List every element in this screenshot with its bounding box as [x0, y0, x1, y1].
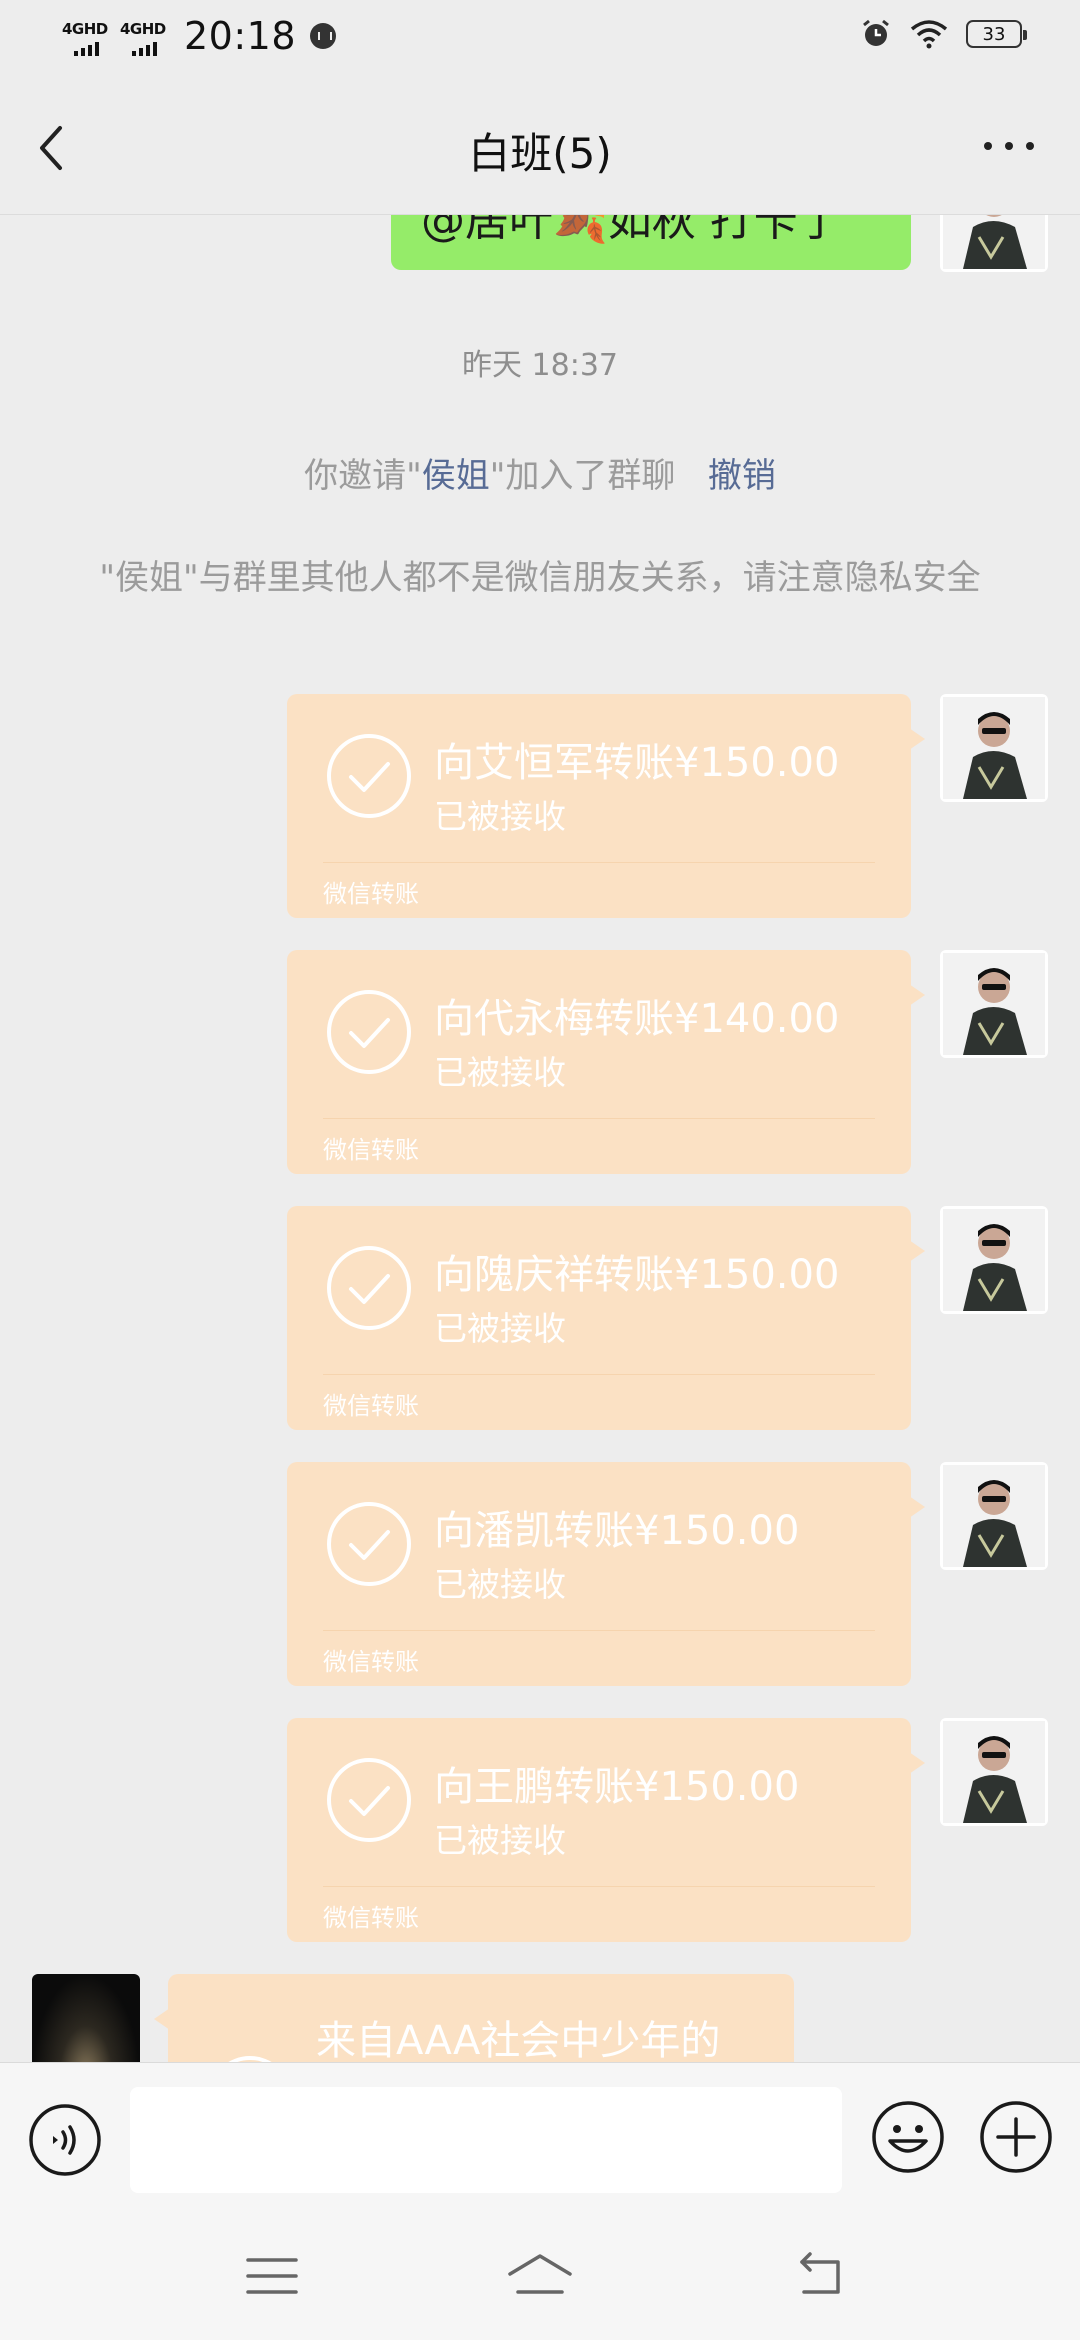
battery-level: 33 [982, 23, 1006, 45]
transfer-message[interactable]: 向艾恒军转账¥150.00 已被接收 微信转账 [287, 694, 925, 918]
divider [323, 1886, 875, 1887]
transfer-message[interactable]: 向王鹏转账¥150.00 已被接收 微信转账 [287, 1718, 925, 1942]
transfer-status: 已被接收 [434, 1565, 566, 1604]
check-circle-icon [327, 990, 411, 1074]
divider [323, 862, 875, 863]
status-time: 20:18 [184, 14, 297, 58]
transfer-title: 向隗庆祥转账¥150.00 [434, 1252, 840, 1298]
transfer-title: 向王鹏转账¥150.00 [434, 1764, 800, 1810]
transfer-message[interactable]: 向代永梅转账¥140.00 已被接收 微信转账 [287, 950, 925, 1174]
chat-header: 白班(5) [0, 80, 1080, 215]
system-navigation-bar [0, 2216, 1080, 2340]
avatar[interactable] [940, 694, 1048, 802]
divider [323, 1630, 875, 1631]
check-circle-icon [327, 1502, 411, 1586]
transfer-message[interactable]: 向潘凯转账¥150.00 已被接收 微信转账 [287, 1462, 925, 1686]
transfer-status: 已被接收 [434, 797, 566, 836]
transfer-status: 已被接收 [434, 1309, 566, 1348]
transfer-footer: 微信转账 [323, 1392, 419, 1420]
alarm-icon [863, 19, 889, 46]
avatar[interactable] [940, 1462, 1048, 1570]
incoming-transfer-message[interactable]: 来自AAA社会中少年的 [154, 1974, 794, 2062]
plus-icon[interactable] [978, 2099, 1054, 2175]
transfer-footer: 微信转账 [323, 1904, 419, 1932]
transfer-title: 向潘凯转账¥150.00 [434, 1508, 800, 1554]
own-text-message[interactable]: @居叶🍂如秋 打卡了 [391, 214, 911, 270]
battery-icon: 33 [966, 20, 1027, 48]
check-circle-icon [327, 734, 411, 818]
transfer-title: 向代永梅转账¥140.00 [434, 996, 840, 1042]
transfer-footer: 微信转账 [323, 880, 419, 908]
check-circle-icon [327, 1758, 411, 1842]
transfer-status: 已被接收 [434, 1053, 566, 1092]
message-input[interactable] [130, 2087, 842, 2193]
sender-avatar[interactable] [32, 1974, 140, 2062]
transfer-status: 已被接收 [434, 1821, 566, 1860]
transfer-title: 向艾恒军转账¥150.00 [434, 740, 840, 786]
emoji-icon[interactable] [870, 2099, 946, 2175]
chat-title: 白班(5) [468, 129, 612, 178]
divider [323, 1118, 875, 1119]
check-circle-icon [327, 1246, 411, 1330]
incoming-transfer-title: 来自AAA社会中少年的 [316, 2018, 721, 2062]
invitee-name-link[interactable]: 侯姐 [422, 456, 490, 496]
revoke-invite-link[interactable]: 撤销 [708, 456, 776, 496]
voice-icon[interactable] [28, 2103, 102, 2177]
wifi-icon [910, 20, 948, 49]
message-list[interactable]: @居叶🍂如秋 打卡了 昨天 18:37 你邀请"侯姐"加入了群聊 撤销 "侯姐"… [0, 214, 1080, 2062]
back-icon[interactable] [792, 2248, 852, 2304]
home-icon[interactable] [505, 2248, 575, 2304]
message-timestamp: 昨天 18:37 [462, 348, 618, 383]
avatar[interactable] [940, 950, 1048, 1058]
transfer-footer: 微信转账 [323, 1648, 419, 1676]
status-bar: 4GHD 4GHD 20:18 33 [0, 0, 1080, 80]
invite-notice: 你邀请"侯姐"加入了群聊 撤销 [304, 456, 776, 496]
more-dots-icon[interactable] [974, 124, 1044, 168]
transfer-footer: 微信转账 [323, 1136, 419, 1164]
divider [323, 1374, 875, 1375]
avatar[interactable] [940, 214, 1048, 272]
cellular-signal-icon: 4GHD [60, 14, 112, 58]
transfer-message[interactable]: 向隗庆祥转账¥150.00 已被接收 微信转账 [287, 1206, 925, 1430]
menu-icon[interactable] [242, 2248, 302, 2304]
avatar[interactable] [940, 1718, 1048, 1826]
sound-recorder-icon [310, 23, 337, 49]
cellular-signal-icon: 4GHD [118, 14, 170, 58]
privacy-notice: "侯姐"与群里其他人都不是微信朋友关系，请注意隐私安全 [99, 558, 981, 598]
input-bar [0, 2062, 1080, 2217]
transfer-icon [228, 2056, 272, 2062]
avatar[interactable] [940, 1206, 1048, 1314]
